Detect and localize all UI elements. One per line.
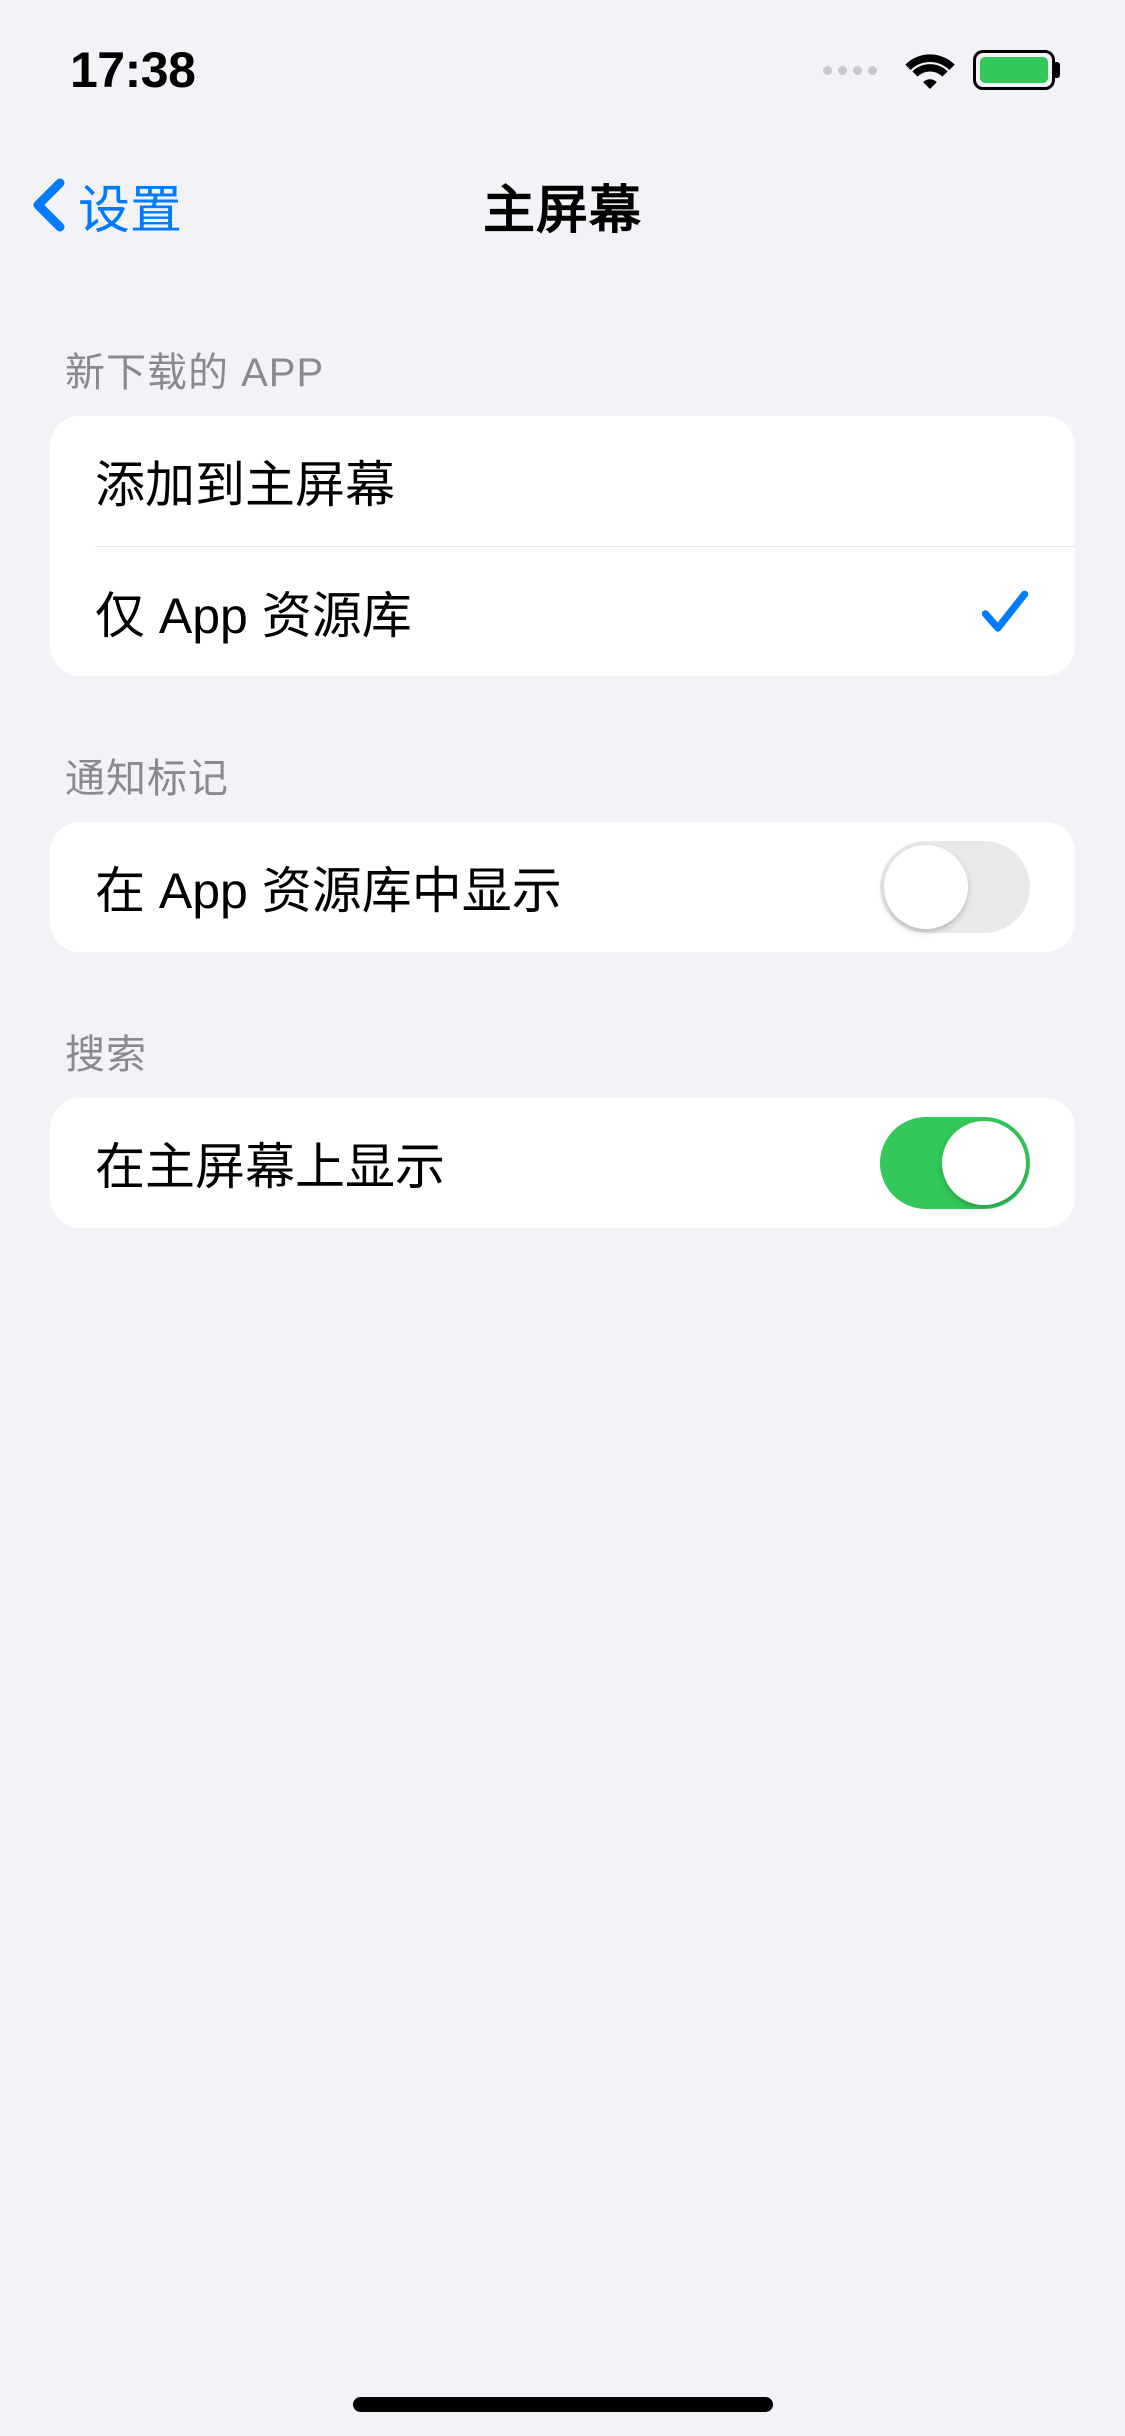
- back-label: 设置: [78, 168, 182, 243]
- nav-bar: 设置 主屏幕: [0, 140, 1125, 270]
- group-new-downloads: 添加到主屏幕 仅 App 资源库: [50, 416, 1075, 676]
- status-bar: 17:38: [0, 0, 1125, 140]
- option-app-library-only[interactable]: 仅 App 资源库: [95, 546, 1075, 676]
- toggle-app-library-badges[interactable]: [880, 841, 1030, 933]
- home-indicator[interactable]: [353, 2397, 773, 2412]
- cellular-dots-icon: [823, 66, 877, 75]
- option-label: 添加到主屏幕: [95, 445, 395, 517]
- status-icons: [823, 50, 1055, 90]
- page-title: 主屏幕: [483, 168, 642, 243]
- wifi-icon: [905, 51, 955, 89]
- section-header-new-downloads: 新下载的 APP: [50, 270, 1075, 416]
- toggle-row-app-library-badges: 在 App 资源库中显示: [50, 822, 1075, 952]
- battery-icon: [973, 50, 1055, 90]
- option-label: 仅 App 资源库: [95, 576, 412, 648]
- group-badges: 在 App 资源库中显示: [50, 822, 1075, 952]
- section-header-badges: 通知标记: [50, 676, 1075, 822]
- toggle-label: 在主屏幕上显示: [95, 1127, 445, 1199]
- chevron-left-icon: [30, 177, 66, 233]
- toggle-label: 在 App 资源库中显示: [95, 851, 562, 923]
- status-time: 17:38: [70, 41, 195, 99]
- group-search: 在主屏幕上显示: [50, 1098, 1075, 1228]
- option-add-to-home[interactable]: 添加到主屏幕: [50, 416, 1075, 546]
- section-header-search: 搜索: [50, 952, 1075, 1098]
- toggle-row-show-on-home: 在主屏幕上显示: [50, 1098, 1075, 1228]
- checkmark-icon: [980, 588, 1030, 636]
- back-button[interactable]: 设置: [30, 168, 182, 243]
- toggle-show-on-home[interactable]: [880, 1117, 1030, 1209]
